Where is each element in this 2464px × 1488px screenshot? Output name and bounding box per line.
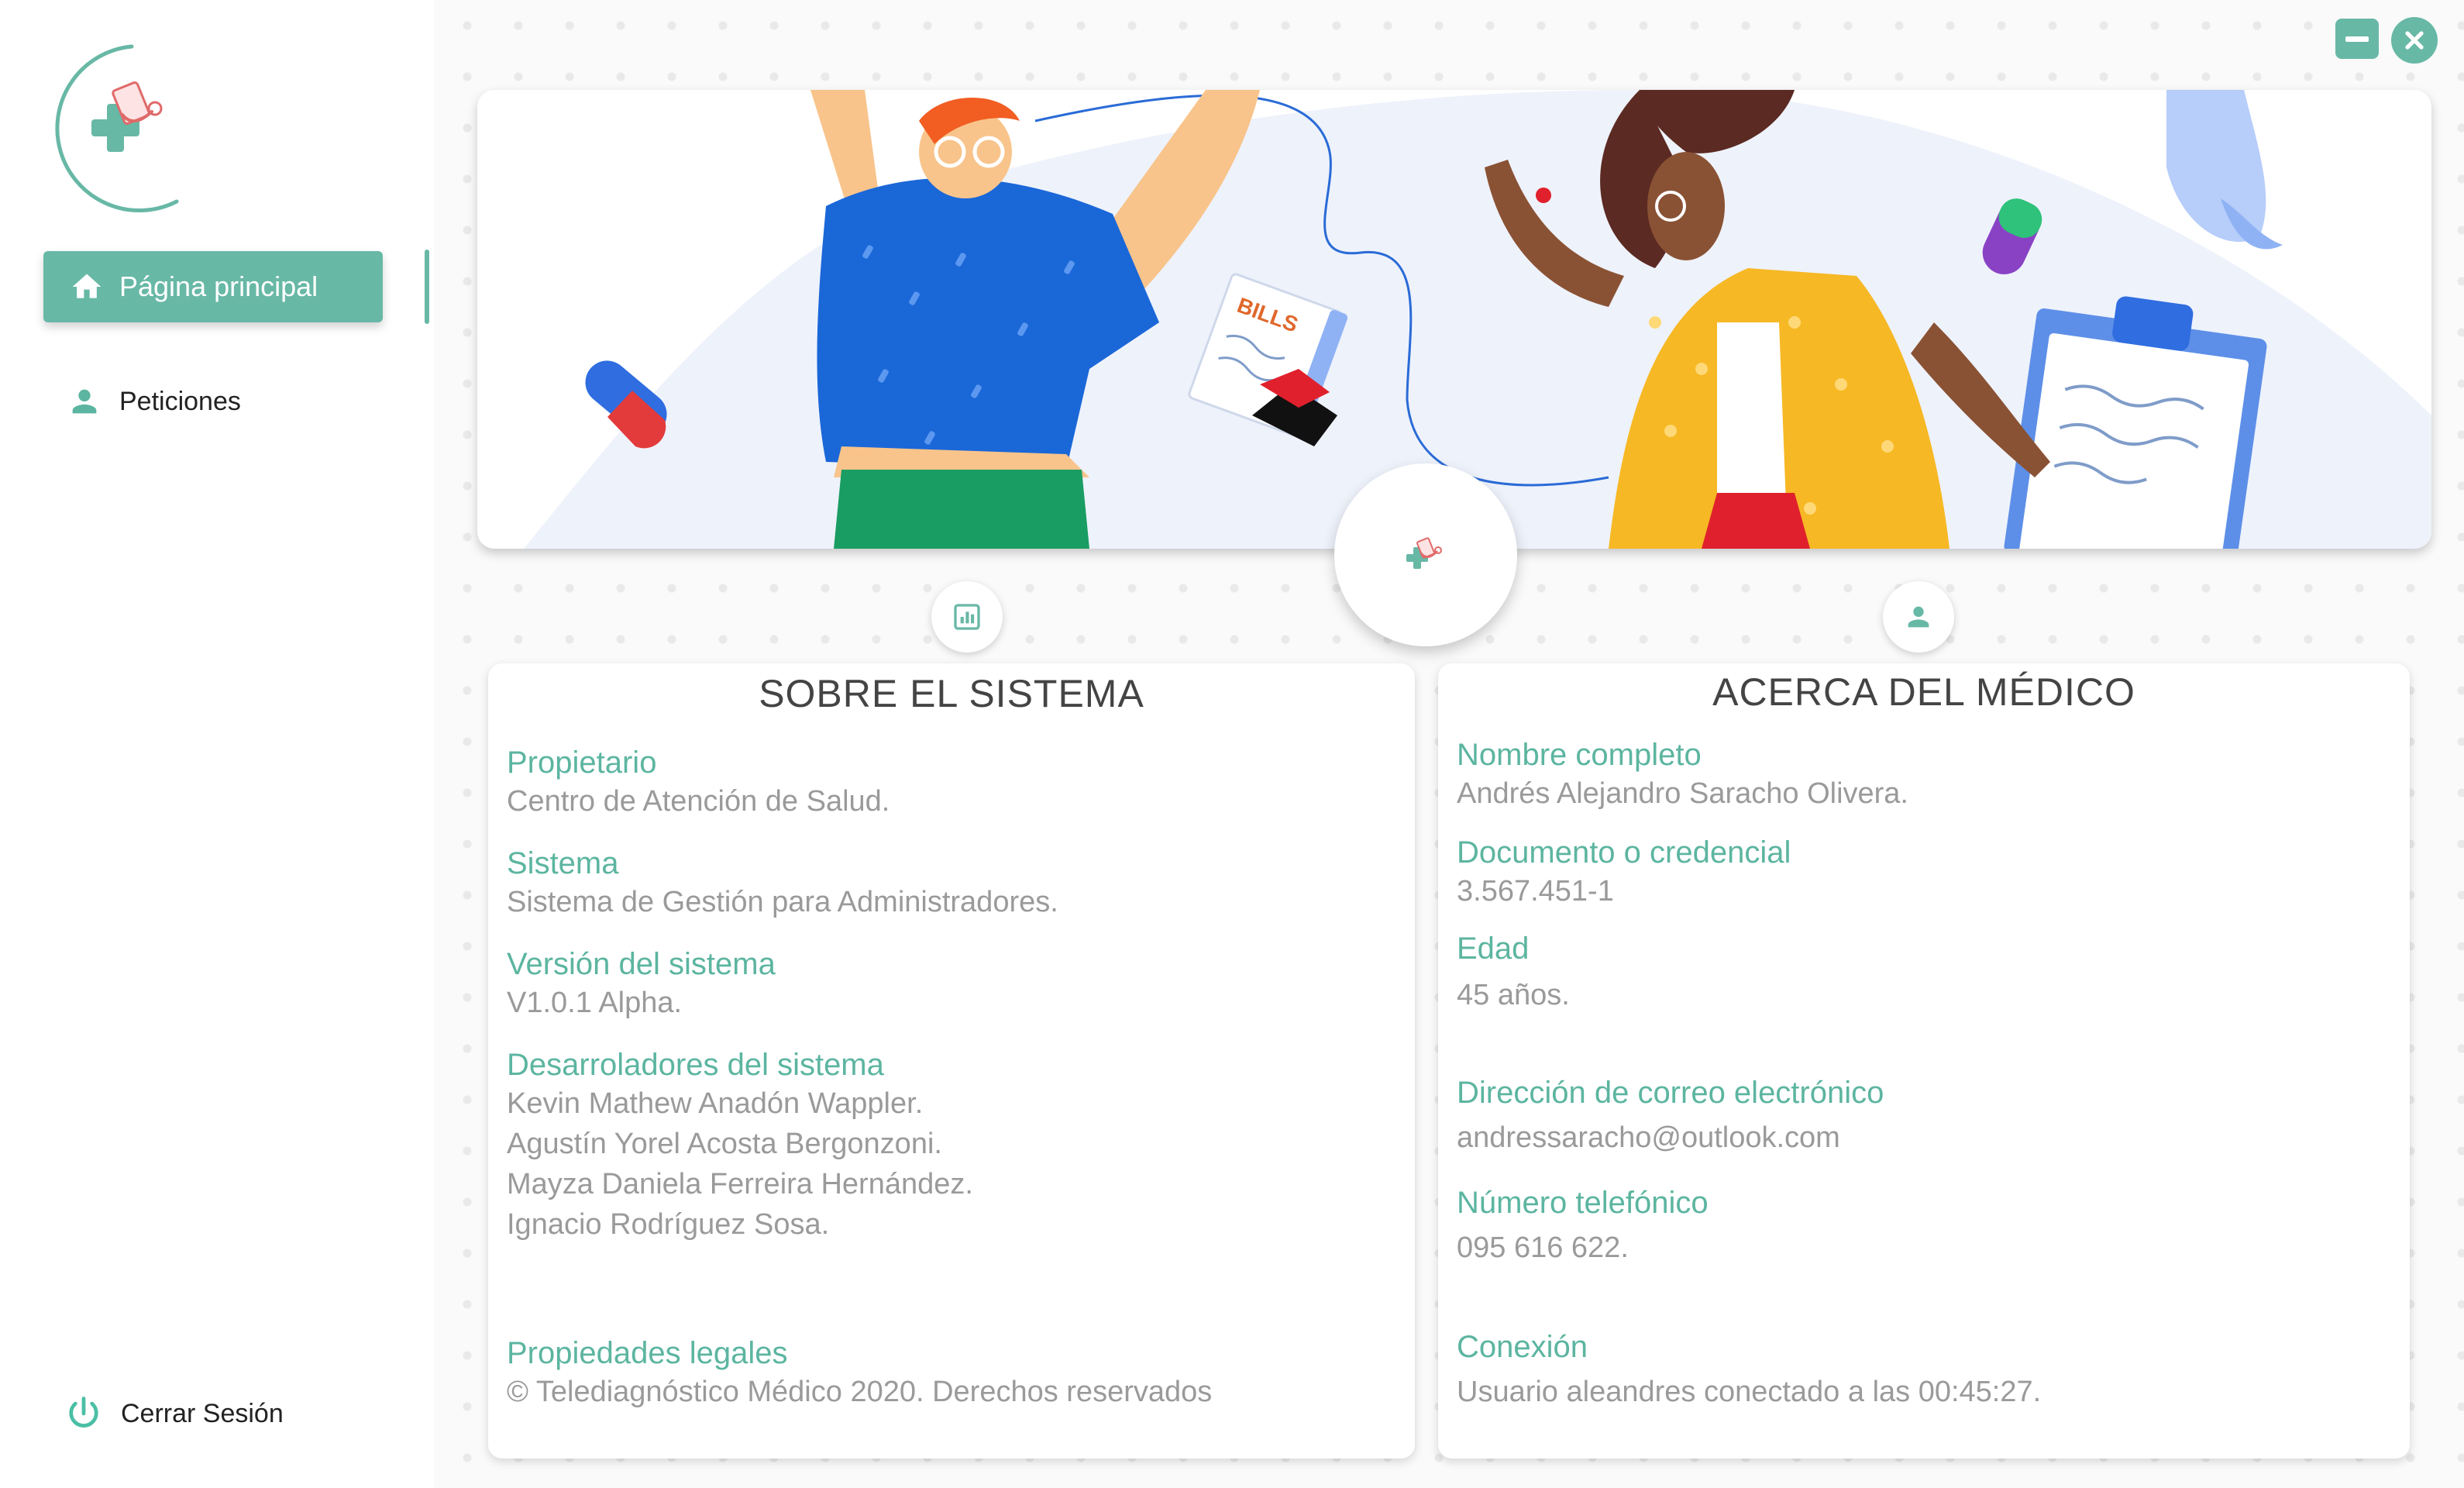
name-field: Nombre completo Andrés Alejandro Saracho… bbox=[1457, 736, 1908, 814]
system-value: Sistema de Gestión para Administradores. bbox=[507, 886, 1058, 918]
about-system-title: SOBRE EL SISTEMA bbox=[759, 672, 1144, 715]
legal-field: Propiedades legales © Telediagnóstico Mé… bbox=[507, 1335, 1212, 1412]
owner-field: Propietario Centro de Atención de Salud. bbox=[507, 744, 890, 822]
logout-label: Cerrar Sesión bbox=[121, 1398, 284, 1428]
document-value: 3.567.451-1 bbox=[1457, 875, 1614, 908]
developer-item: Agustín Yorel Acosta Bergonzoni. bbox=[507, 1128, 942, 1160]
app-window: Página principal Peticiones Cerrar Sesió… bbox=[0, 0, 2464, 1488]
name-label: Nombre completo bbox=[1457, 738, 1702, 772]
home-icon bbox=[70, 270, 104, 304]
person-icon bbox=[67, 384, 102, 419]
sidebar: Página principal Peticiones Cerrar Sesió… bbox=[0, 0, 434, 1488]
email-label: Dirección de correo electrónico bbox=[1457, 1076, 1884, 1110]
about-system-card: SOBRE EL SISTEMA Propietario Centro de A… bbox=[488, 663, 1415, 1459]
phone-label: Número telefónico bbox=[1457, 1186, 1709, 1220]
legal-value: © Telediagnóstico Médico 2020. Derechos … bbox=[507, 1376, 1213, 1408]
age-field: Edad 45 años. bbox=[1457, 930, 1570, 1015]
sidebar-item-label: Peticiones bbox=[119, 386, 241, 416]
developer-item: Mayza Daniela Ferreira Hernández. bbox=[507, 1168, 973, 1200]
developers-label: Desarroladores del sistema bbox=[507, 1048, 884, 1082]
center-logo-badge bbox=[1334, 463, 1517, 646]
power-icon bbox=[64, 1393, 104, 1434]
connection-label: Conexión bbox=[1457, 1330, 1588, 1364]
version-field: Versión del sistema V1.0.1 Alpha. bbox=[507, 946, 776, 1023]
connection-value: Usuario aleandres conectado a las 00:45:… bbox=[1457, 1376, 2042, 1408]
name-value: Andrés Alejandro Saracho Olivera. bbox=[1457, 777, 1908, 810]
age-label: Edad bbox=[1457, 932, 1530, 966]
system-field: Sistema Sistema de Gestión para Administ… bbox=[507, 845, 1058, 922]
developer-item: Kevin Mathew Anadón Wappler. bbox=[507, 1087, 924, 1120]
minimize-icon bbox=[2345, 36, 2369, 42]
email-value: andressaracho@outlook.com bbox=[1457, 1121, 1840, 1154]
sidebar-item-requests[interactable]: Peticiones bbox=[43, 369, 383, 434]
sidebar-item-home[interactable]: Página principal bbox=[43, 251, 383, 322]
chart-icon bbox=[954, 604, 980, 630]
about-doctor-title: ACERCA DEL MÉDICO bbox=[1712, 670, 2135, 714]
phone-value: 095 616 622. bbox=[1457, 1231, 1629, 1264]
app-logo-icon bbox=[1406, 537, 1442, 569]
developer-item: Ignacio Rodríguez Sosa. bbox=[507, 1208, 830, 1241]
owner-value: Centro de Atención de Salud. bbox=[507, 785, 890, 818]
developers-field: Desarroladores del sistema Kevin Mathew … bbox=[507, 1046, 973, 1245]
logout-button[interactable]: Cerrar Sesión bbox=[43, 1381, 383, 1446]
age-value: 45 años. bbox=[1457, 979, 1570, 1011]
version-value: V1.0.1 Alpha. bbox=[507, 987, 683, 1019]
close-button[interactable] bbox=[2391, 17, 2438, 64]
system-label: Sistema bbox=[507, 846, 619, 880]
doctor-badge bbox=[1883, 581, 1954, 653]
system-stats-badge bbox=[931, 581, 1003, 653]
document-label: Documento o credencial bbox=[1457, 835, 1791, 870]
email-field: Dirección de correo electrónico andressa… bbox=[1457, 1074, 1884, 1158]
legal-label: Propiedades legales bbox=[507, 1336, 788, 1370]
active-indicator bbox=[425, 250, 429, 324]
document-field: Documento o credencial 3.567.451-1 bbox=[1457, 834, 1791, 911]
connection-field: Conexión Usuario aleandres conectado a l… bbox=[1457, 1328, 2041, 1412]
person-icon bbox=[1908, 606, 1929, 628]
owner-label: Propietario bbox=[507, 746, 657, 780]
app-logo bbox=[39, 37, 225, 215]
phone-field: Número telefónico 095 616 622. bbox=[1457, 1184, 1709, 1268]
minimize-button[interactable] bbox=[2335, 19, 2379, 59]
close-icon bbox=[2405, 31, 2424, 50]
about-doctor-card: ACERCA DEL MÉDICO Nombre completo Andrés… bbox=[1438, 663, 2410, 1459]
version-label: Versión del sistema bbox=[507, 947, 776, 981]
sidebar-item-label: Página principal bbox=[119, 270, 318, 302]
